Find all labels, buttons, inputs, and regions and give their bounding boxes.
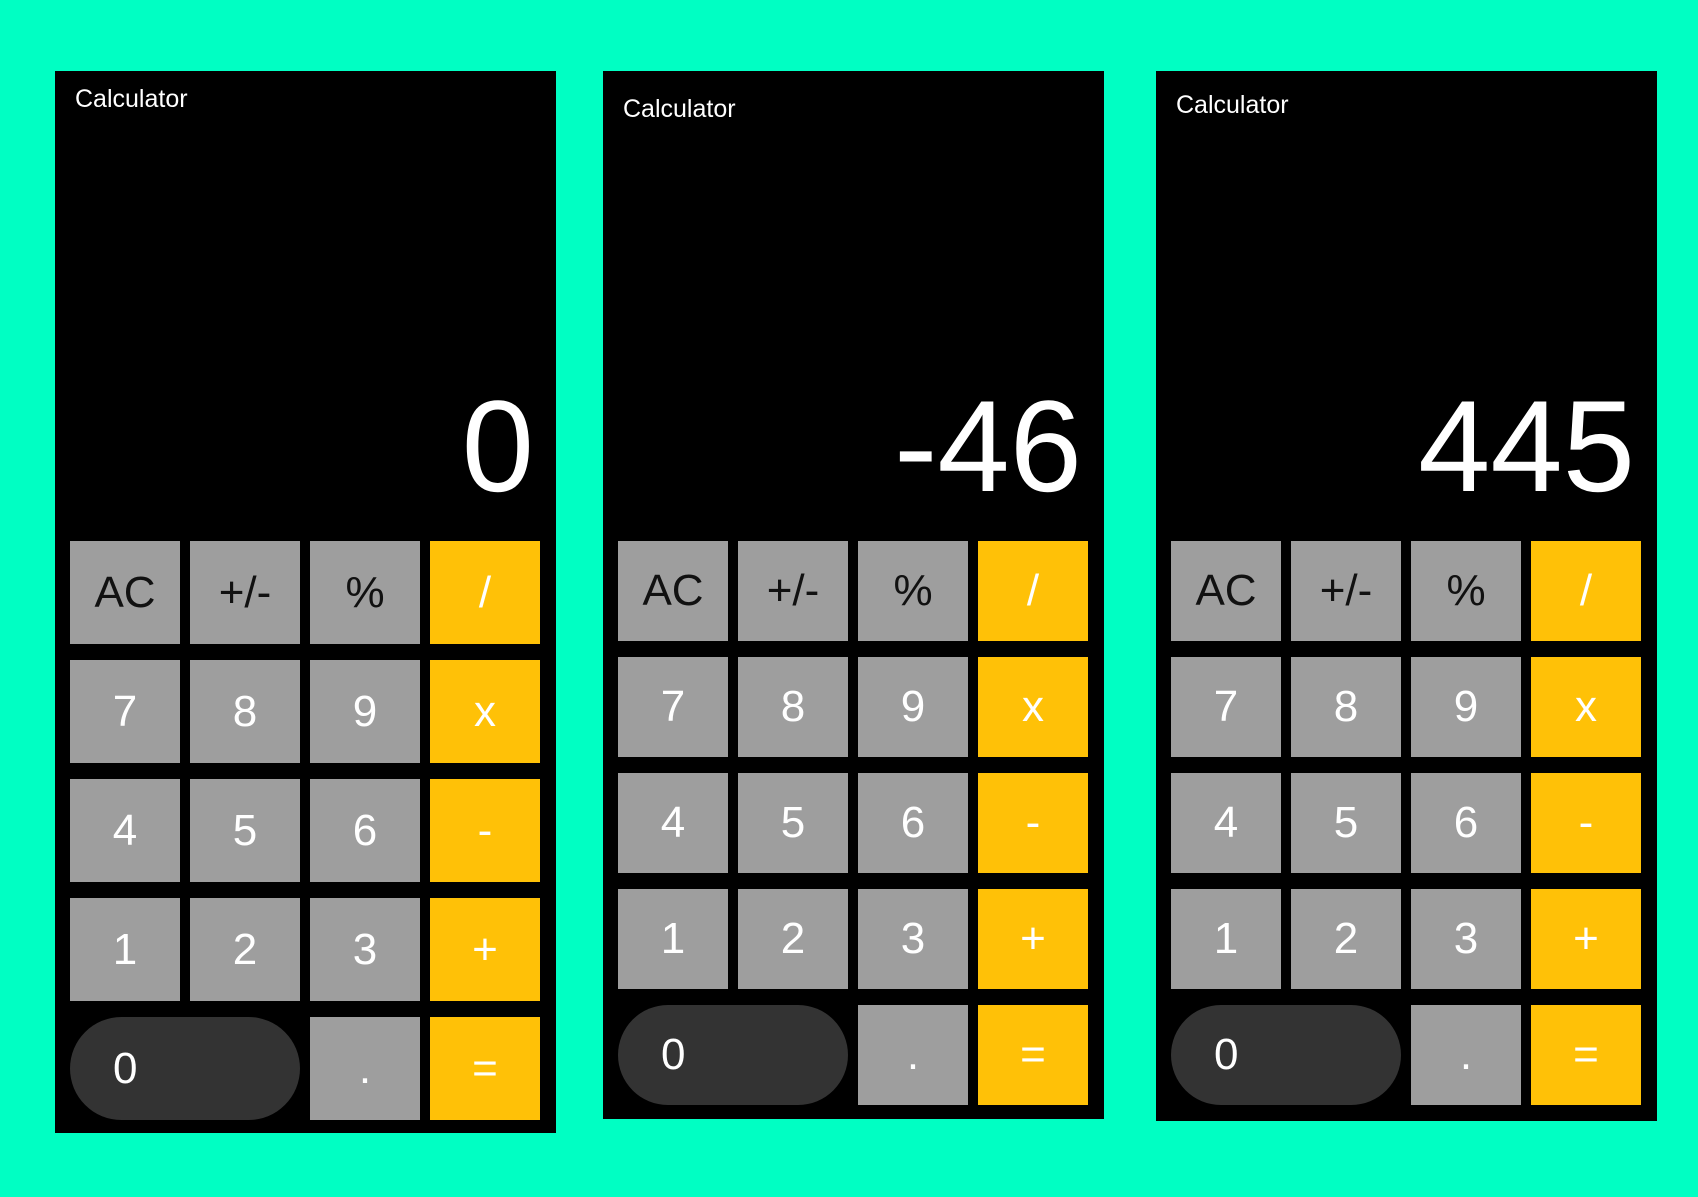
app-title: Calculator (1176, 91, 1289, 119)
digit-9-button[interactable]: 9 (1411, 657, 1521, 757)
digit-0-button[interactable]: 0 (70, 1017, 300, 1120)
keypad: AC +/-%/ 7 8 9 x 4 5 6- 1 2 3 +0. = (618, 541, 1088, 1105)
digit-7-button[interactable]: 7 (1171, 657, 1281, 757)
digit-4-button[interactable]: 4 (70, 779, 180, 882)
subtract-button[interactable]: - (1531, 773, 1641, 873)
result-display: 0 (461, 373, 534, 519)
divide-button[interactable]: / (430, 541, 540, 644)
result-display: -46 (894, 373, 1082, 519)
calculator-panel-3: Calculator 445 AC +/-%/ 7 8 9 x 4 5 6- 1 2 3 +0. = (1156, 71, 1657, 1121)
app-title: Calculator (75, 85, 188, 113)
digit-8-button[interactable]: 8 (190, 660, 300, 763)
equals-button[interactable]: = (978, 1005, 1088, 1105)
result-display: 445 (1418, 373, 1635, 519)
digit-5-button[interactable]: 5 (190, 779, 300, 882)
toggle-sign-button[interactable]: +/- (190, 541, 300, 644)
digit-4-button[interactable]: 4 (1171, 773, 1281, 873)
digit-6-button[interactable]: 6 (858, 773, 968, 873)
digit-7-button[interactable]: 7 (70, 660, 180, 763)
decimal-button[interactable]: . (858, 1005, 968, 1105)
subtract-button[interactable]: - (978, 773, 1088, 873)
digit-3-button[interactable]: 3 (310, 898, 420, 1001)
digit-4-button[interactable]: 4 (618, 773, 728, 873)
multiply-button[interactable]: x (1531, 657, 1641, 757)
digit-1-button[interactable]: 1 (1171, 889, 1281, 989)
digit-0-button[interactable]: 0 (618, 1005, 848, 1105)
multiply-button[interactable]: x (430, 660, 540, 763)
decimal-button[interactable]: . (1411, 1005, 1521, 1105)
digit-0-button[interactable]: 0 (1171, 1005, 1401, 1105)
equals-button[interactable]: = (1531, 1005, 1641, 1105)
calculator-panel-1: Calculator 0 AC +/-%/ 7 8 9 x 4 5 6- 1 2 3 +0. = (55, 71, 556, 1133)
digit-7-button[interactable]: 7 (618, 657, 728, 757)
add-button[interactable]: + (430, 898, 540, 1001)
add-button[interactable]: + (1531, 889, 1641, 989)
toggle-sign-button[interactable]: +/- (738, 541, 848, 641)
divide-button[interactable]: / (1531, 541, 1641, 641)
digit-5-button[interactable]: 5 (738, 773, 848, 873)
digit-5-button[interactable]: 5 (1291, 773, 1401, 873)
keypad: AC +/-%/ 7 8 9 x 4 5 6- 1 2 3 +0. = (1171, 541, 1641, 1105)
divide-button[interactable]: / (978, 541, 1088, 641)
decimal-button[interactable]: . (310, 1017, 420, 1120)
clear-button[interactable]: AC (1171, 541, 1281, 641)
app-title: Calculator (623, 95, 736, 123)
equals-button[interactable]: = (430, 1017, 540, 1120)
calculator-panel-2: Calculator -46 AC +/-%/ 7 8 9 x 4 5 6- 1 2 3 +0. = (603, 71, 1104, 1119)
digit-1-button[interactable]: 1 (70, 898, 180, 1001)
percent-button[interactable]: % (1411, 541, 1521, 641)
digit-8-button[interactable]: 8 (1291, 657, 1401, 757)
clear-button[interactable]: AC (70, 541, 180, 644)
subtract-button[interactable]: - (430, 779, 540, 882)
digit-8-button[interactable]: 8 (738, 657, 848, 757)
toggle-sign-button[interactable]: +/- (1291, 541, 1401, 641)
clear-button[interactable]: AC (618, 541, 728, 641)
add-button[interactable]: + (978, 889, 1088, 989)
percent-button[interactable]: % (858, 541, 968, 641)
digit-3-button[interactable]: 3 (858, 889, 968, 989)
multiply-button[interactable]: x (978, 657, 1088, 757)
digit-2-button[interactable]: 2 (1291, 889, 1401, 989)
digit-9-button[interactable]: 9 (310, 660, 420, 763)
digit-9-button[interactable]: 9 (858, 657, 968, 757)
digit-2-button[interactable]: 2 (190, 898, 300, 1001)
percent-button[interactable]: % (310, 541, 420, 644)
keypad: AC +/-%/ 7 8 9 x 4 5 6- 1 2 3 +0. = (70, 541, 540, 1120)
digit-2-button[interactable]: 2 (738, 889, 848, 989)
digit-6-button[interactable]: 6 (1411, 773, 1521, 873)
digit-1-button[interactable]: 1 (618, 889, 728, 989)
digit-6-button[interactable]: 6 (310, 779, 420, 882)
digit-3-button[interactable]: 3 (1411, 889, 1521, 989)
